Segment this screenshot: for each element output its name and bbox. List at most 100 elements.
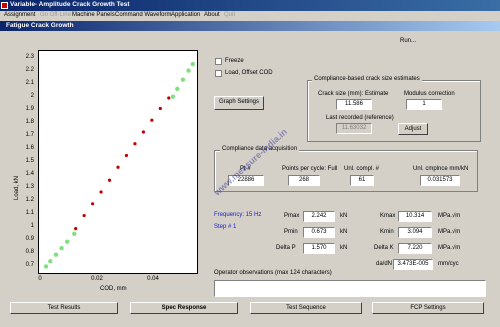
y-tick: 1.8: [25, 119, 34, 125]
menu-quit[interactable]: Quit: [224, 12, 235, 18]
y-tick: 2.2: [25, 67, 34, 73]
compliance-group: [307, 80, 481, 142]
delta-p-label: Delta P: [276, 245, 296, 251]
title-bar: Variable- Amplitude Crack Growth Test: [0, 0, 500, 11]
tab-fcp-settings[interactable]: FCP Settings: [372, 302, 484, 314]
data-point: [91, 202, 95, 206]
modulus-label: Modulus correction: [404, 91, 455, 97]
kmin-unit: MPa.√m: [438, 229, 461, 235]
delta-k-unit: MPa.√m: [438, 245, 461, 251]
tab-test-sequence[interactable]: Test Sequence: [250, 302, 362, 314]
data-point: [141, 130, 145, 134]
menu-machine-panels[interactable]: Machine Panels: [72, 12, 115, 18]
y-tick: 1.6: [25, 145, 34, 151]
menu-application[interactable]: Application: [171, 12, 200, 18]
kmin-label: Kmin: [380, 229, 394, 235]
data-point: [116, 165, 120, 169]
x-tick-0: 0: [38, 276, 42, 282]
cmplnce-field[interactable]: 0.031573: [420, 175, 460, 186]
da-dn-unit: mm/cyc: [438, 261, 459, 267]
delta-p-field[interactable]: 1.570: [303, 243, 335, 254]
window-title: Variable- Amplitude Crack Growth Test: [10, 1, 130, 8]
kmax-label: Kmax: [380, 213, 396, 219]
y-tick: 1.3: [25, 184, 34, 190]
kmin-field[interactable]: 3.094: [398, 227, 432, 238]
run-status: Run...: [400, 38, 417, 44]
y-tick: 1.4: [25, 171, 34, 177]
y-tick: 2: [30, 93, 34, 99]
data-point: [59, 245, 64, 251]
pmax-label: Pmax: [284, 213, 300, 219]
frequency-label: Frequency: 15 Hz: [214, 212, 262, 218]
pmin-label: Pmin: [284, 229, 298, 235]
y-tick: 0.9: [25, 236, 34, 242]
pmin-unit: kN: [340, 229, 348, 235]
data-point: [82, 213, 86, 218]
y-tick: 2.1: [25, 80, 34, 86]
y-tick: 1.2: [25, 197, 34, 203]
last-recorded-field: 11.63032: [336, 123, 372, 134]
data-point: [74, 227, 78, 231]
menu-assignment[interactable]: Assignment: [4, 12, 35, 18]
y-tick: 1.5: [25, 158, 34, 164]
x-tick-2: 0.04: [147, 276, 159, 282]
observations-label: Operator observations (max 124 character…: [214, 270, 332, 276]
unl-compl-label: Unl. compl. #: [344, 166, 380, 172]
data-point: [158, 106, 162, 111]
pmax-field[interactable]: 2.242: [303, 211, 335, 222]
da-dn-field[interactable]: 3.473E-005: [393, 259, 433, 270]
panel-title: Fatigue Crack Growth: [6, 22, 74, 29]
data-point: [72, 231, 77, 237]
data-point: [43, 264, 49, 269]
data-point: [133, 142, 137, 146]
menu-about[interactable]: About: [204, 12, 220, 18]
freeze-checkbox[interactable]: [215, 58, 222, 65]
step-label: Step # 1: [214, 224, 237, 230]
kmax-unit: MPa.√m: [438, 213, 461, 219]
y-tick: 0.7: [25, 262, 34, 268]
panel-title-bar: Fatigue Crack Growth: [0, 21, 500, 31]
x-axis-label: COD, mm: [100, 286, 127, 292]
pmin-field[interactable]: 0.673: [303, 227, 335, 238]
load-offset-checkbox[interactable]: [215, 70, 222, 77]
menu-command-waveform[interactable]: Command Waveform: [115, 12, 171, 18]
modulus-field[interactable]: 1: [406, 99, 442, 110]
data-point: [180, 77, 186, 82]
delta-k-field[interactable]: 7.220: [398, 243, 432, 254]
y-tick: 0.8: [25, 249, 34, 255]
y-tick: 1.9: [25, 106, 34, 112]
chart-svg: [43, 61, 195, 269]
pmax-unit: kN: [340, 213, 348, 219]
y-tick: 1.1: [25, 210, 34, 216]
compliance-group-title: Compliance-based crack size estimates: [312, 76, 422, 82]
cmplnce-label: Unl. cmplnce mm/kN: [413, 166, 469, 172]
da-dn-label: da/dN: [376, 261, 393, 267]
unl-compl-field[interactable]: 61: [350, 175, 374, 186]
data-point: [167, 96, 171, 100]
data-point: [150, 118, 154, 122]
delta-p-unit: kN: [340, 245, 348, 251]
data-point: [190, 61, 195, 67]
crack-size-label: Crack size (mm): Estimate: [318, 91, 389, 97]
data-point: [170, 94, 176, 99]
menu-go-offline[interactable]: Go Off-Line: [40, 12, 71, 18]
data-point: [99, 190, 103, 194]
y-tick: 2.3: [25, 54, 34, 60]
graph-settings-button[interactable]: Graph Settings: [214, 96, 264, 110]
y-tick: 1.7: [25, 132, 34, 138]
data-point: [124, 153, 129, 158]
tab-spec-response[interactable]: Spec Response: [130, 302, 238, 314]
data-point: [107, 178, 112, 182]
points-field[interactable]: 268: [288, 175, 320, 186]
crack-size-field[interactable]: 11.586: [336, 99, 372, 110]
x-tick-1: 0.02: [91, 276, 103, 282]
observations-input[interactable]: [214, 280, 486, 297]
delta-k-label: Delta K: [374, 245, 394, 251]
kmax-field[interactable]: 10.314: [398, 211, 432, 222]
tab-test-results[interactable]: Test Results: [10, 302, 118, 314]
y-tick: 1: [30, 223, 34, 229]
data-point: [175, 86, 180, 92]
plot-area[interactable]: [38, 50, 198, 274]
adjust-button[interactable]: Adjust: [398, 123, 428, 135]
data-point: [53, 252, 59, 257]
